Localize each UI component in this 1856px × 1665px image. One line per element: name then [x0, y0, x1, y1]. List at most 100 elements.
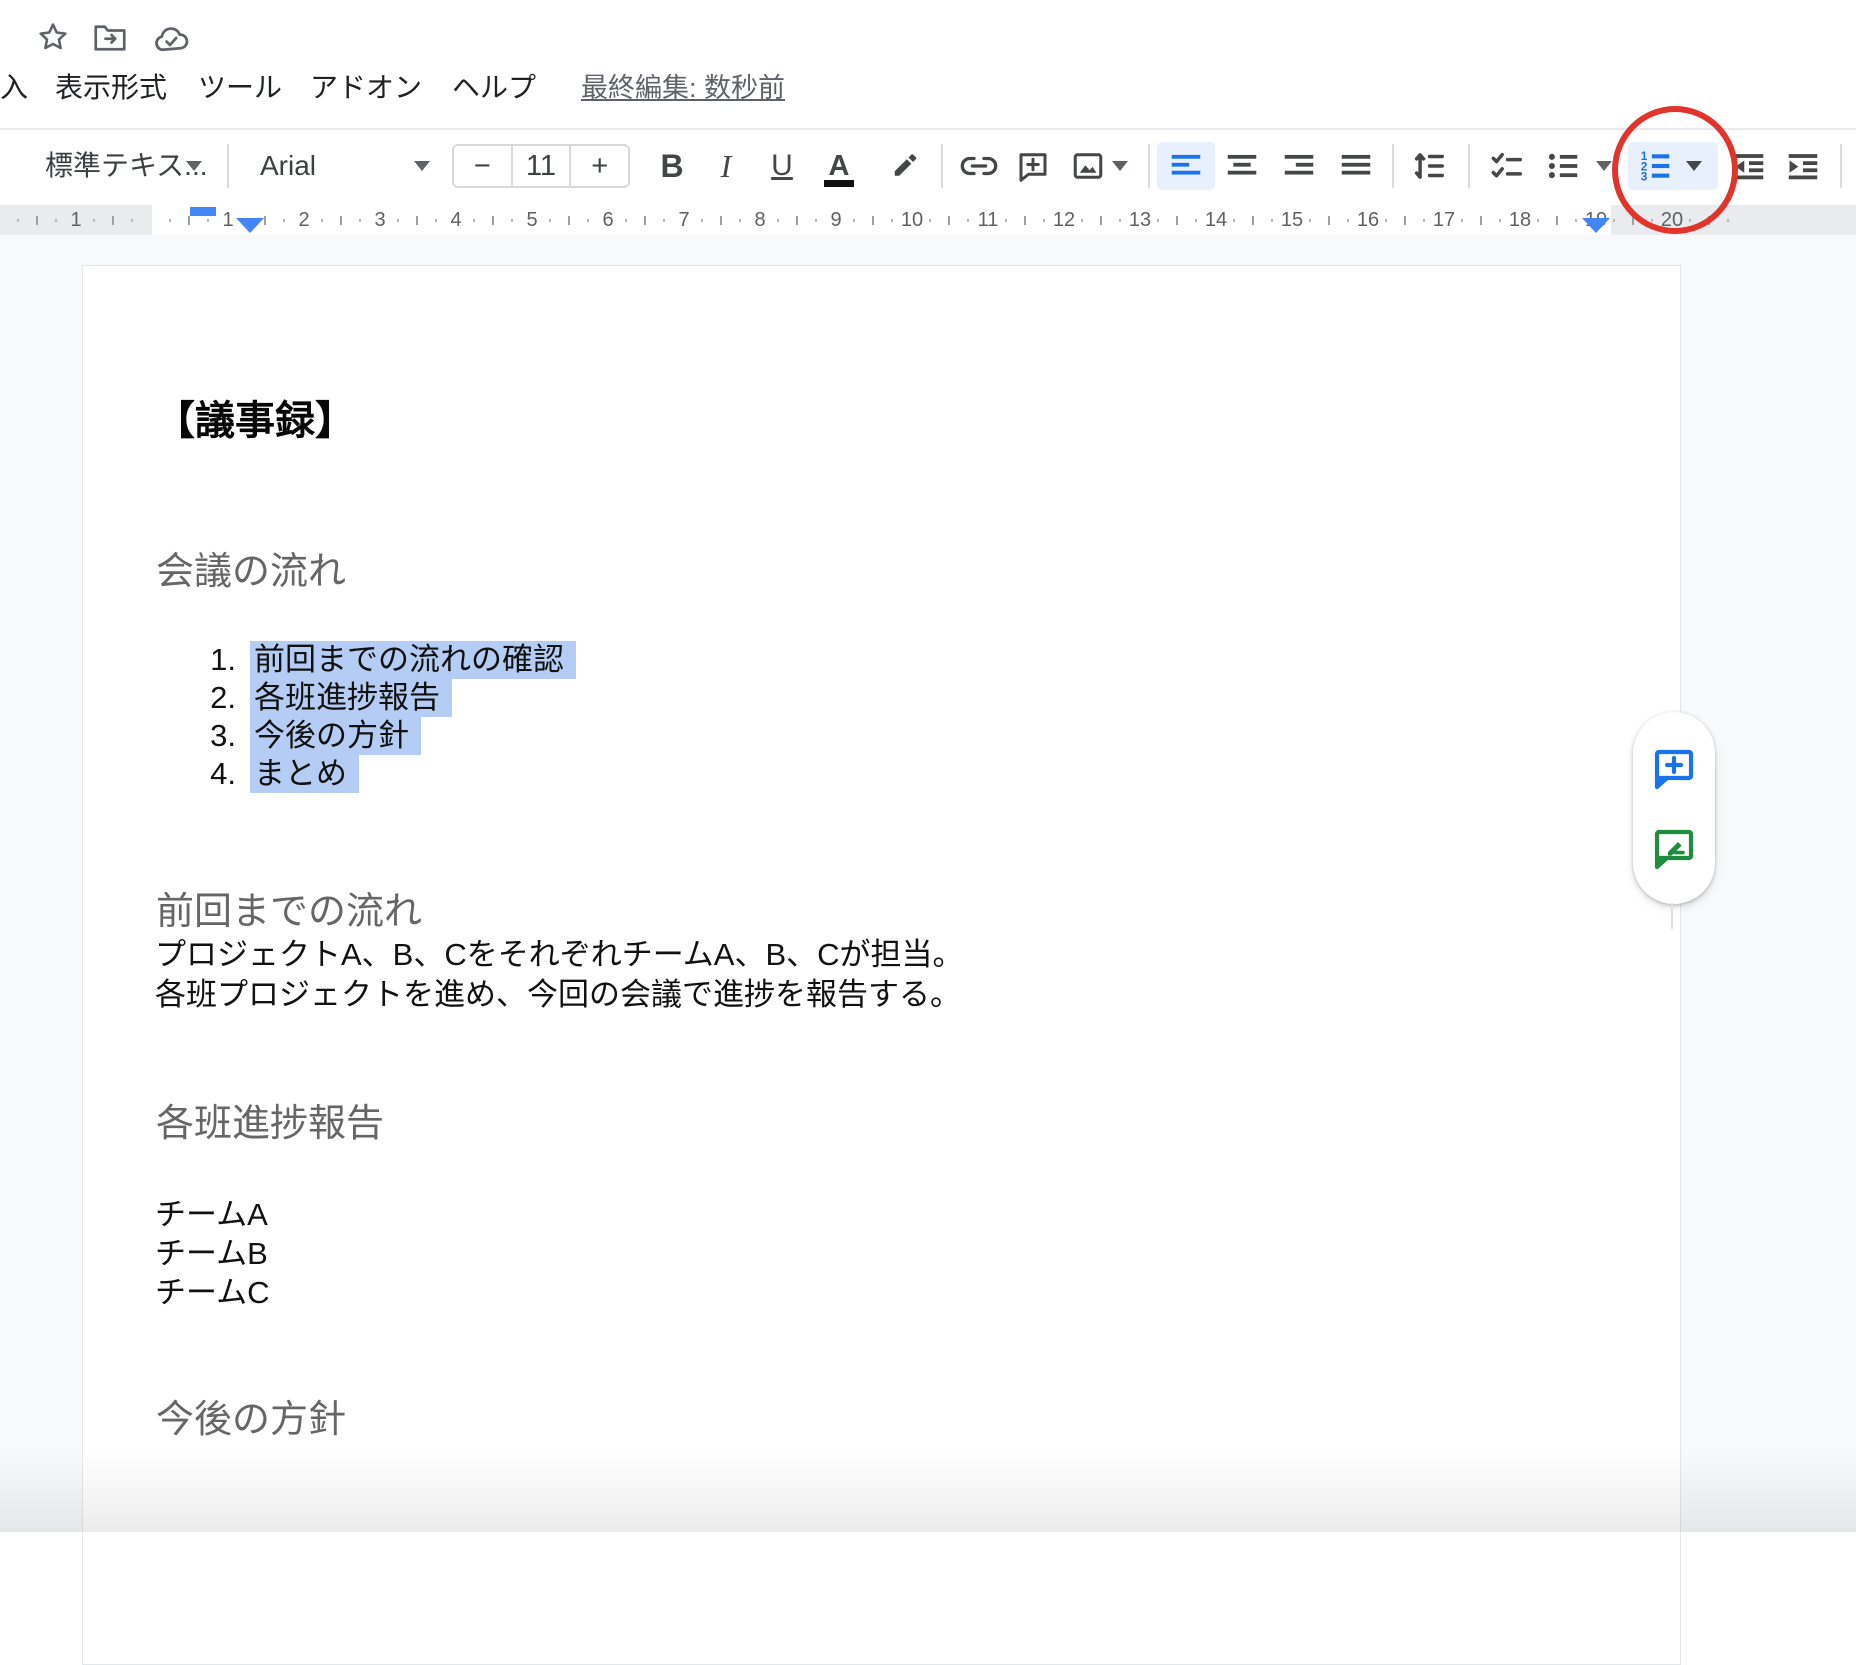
align-left-button[interactable] — [1162, 142, 1210, 190]
ruler-number: 9 — [821, 205, 851, 235]
pill-tail-line — [1671, 903, 1673, 929]
align-center-icon — [1223, 147, 1261, 185]
ruler-number: 1 — [61, 205, 91, 235]
menu-item-format[interactable]: 表示形式 — [55, 66, 167, 106]
font-selector[interactable]: Arial — [260, 130, 316, 202]
right-indent-marker[interactable] — [1582, 218, 1610, 233]
font-size-value[interactable]: 11 — [511, 146, 572, 186]
ruler-number: 3 — [365, 205, 395, 235]
heading-meeting-flow[interactable]: 会議の流れ — [156, 540, 346, 595]
indent-decrease-button[interactable] — [1726, 142, 1772, 190]
bulleted-list-icon — [1544, 147, 1582, 185]
toolbar-divider — [941, 144, 943, 188]
add-comment-button[interactable] — [1010, 142, 1056, 190]
bulleted-list-button[interactable] — [1540, 142, 1586, 190]
add-comment-icon — [1650, 745, 1698, 793]
menu-item-addons[interactable]: アドオン — [310, 66, 422, 106]
selected-text[interactable]: 各班進捗報告 — [250, 679, 452, 717]
chevron-down-icon[interactable] — [1112, 161, 1128, 171]
ruler-number: 7 — [669, 205, 699, 235]
checklist-button[interactable] — [1482, 142, 1530, 190]
side-action-pill — [1633, 712, 1715, 904]
current-text-color-swatch — [824, 180, 854, 187]
heading-progress-report[interactable]: 各班進捗報告 — [156, 1092, 384, 1147]
menu-item-help[interactable]: ヘルプ — [452, 66, 536, 106]
document-title-text[interactable]: 【議事録】 — [155, 388, 355, 446]
ruler-number: 18 — [1505, 205, 1535, 235]
ruler-number: 4 — [441, 205, 471, 235]
insert-image-icon — [1070, 148, 1106, 184]
add-comment-floating-button[interactable] — [1649, 744, 1699, 794]
first-line-indent-marker[interactable] — [190, 207, 216, 216]
list-number: 4. — [150, 755, 236, 793]
underline-button[interactable]: U — [762, 142, 802, 190]
list-item[interactable]: 2. 各班進捗報告 — [0, 679, 700, 717]
bold-button[interactable]: B — [652, 142, 692, 190]
numbered-list-button[interactable]: 1 2 3 — [1632, 142, 1678, 190]
justify-button[interactable] — [1332, 142, 1380, 190]
ruler-number: 20 — [1657, 205, 1687, 235]
star-icon[interactable] — [36, 20, 70, 54]
indent-decrease-icon — [1730, 147, 1768, 185]
justify-icon — [1337, 147, 1375, 185]
checklist-icon — [1487, 147, 1525, 185]
link-icon — [959, 146, 999, 186]
ruler-number: 15 — [1277, 205, 1307, 235]
paragraph-style-selector[interactable]: 標準テキス... — [45, 130, 208, 202]
text-color-button[interactable]: A — [818, 142, 860, 190]
menu-item-tools[interactable]: ツール — [198, 66, 282, 106]
chevron-down-icon[interactable] — [414, 161, 430, 171]
list-number: 2. — [150, 679, 236, 717]
ruler-number: 14 — [1201, 205, 1231, 235]
chevron-down-icon[interactable] — [186, 161, 202, 171]
ruler-number: 5 — [517, 205, 547, 235]
list-item[interactable]: 1. 前回までの流れの確認 — [0, 641, 700, 679]
selected-text[interactable]: 今後の方針 — [250, 717, 421, 755]
suggest-edits-floating-button[interactable] — [1649, 824, 1699, 874]
cloud-saved-icon — [152, 24, 192, 54]
horizontal-ruler[interactable]: 1 1 2 3 4 5 6 7 8 9 10 11 12 13 14 15 16… — [0, 205, 1856, 235]
ruler-number: 10 — [897, 205, 927, 235]
bold-icon: B — [660, 142, 683, 190]
suggest-edit-icon — [1650, 825, 1698, 873]
decrease-font-size-button[interactable]: − — [454, 146, 511, 186]
highlighter-icon — [885, 148, 921, 184]
team-list[interactable]: チームA チームB チームC — [155, 1195, 269, 1312]
body-line: チームB — [155, 1234, 269, 1273]
ruler-quarter-ticks — [0, 219, 1760, 222]
selected-text[interactable]: まとめ — [250, 755, 359, 793]
body-line: 各班プロジェクトを進め、今回の会議で進捗を報告する。 — [155, 975, 964, 1015]
italic-button[interactable]: I — [706, 142, 746, 190]
line-spacing-button[interactable] — [1404, 142, 1452, 190]
body-line: チームA — [155, 1195, 269, 1234]
menu-item-insert-partial[interactable]: 入 — [0, 66, 28, 106]
list-item[interactable]: 3. 今後の方針 — [0, 717, 700, 755]
heading-previous-flow[interactable]: 前回までの流れ — [156, 880, 422, 935]
selected-text[interactable]: 前回までの流れの確認 — [250, 641, 576, 679]
list-number: 3. — [150, 717, 236, 755]
list-item[interactable]: 4. まとめ — [0, 755, 700, 793]
underline-icon: U — [771, 142, 793, 190]
last-edit-link[interactable]: 最終編集: 数秒前 — [581, 66, 785, 105]
svg-text:3: 3 — [1641, 170, 1648, 184]
toolbar-divider — [1148, 144, 1150, 188]
ruler-number: 2 — [289, 205, 319, 235]
body-line: チームC — [155, 1273, 269, 1312]
increase-font-size-button[interactable]: + — [571, 146, 628, 186]
toolbar-divider — [1468, 144, 1470, 188]
move-folder-icon[interactable] — [92, 23, 128, 53]
line-spacing-icon — [1409, 147, 1447, 185]
highlight-color-button[interactable] — [880, 142, 926, 190]
body-paragraph[interactable]: プロジェクトA、B、CをそれぞれチームA、B、Cが担当。 各班プロジェクトを進め… — [155, 935, 964, 1015]
toolbar-divider — [1840, 144, 1842, 188]
align-right-button[interactable] — [1275, 142, 1323, 190]
left-indent-marker[interactable] — [236, 218, 264, 233]
chevron-down-icon[interactable] — [1596, 161, 1612, 171]
indent-increase-button[interactable] — [1780, 142, 1826, 190]
chevron-down-icon[interactable] — [1686, 161, 1702, 171]
align-center-button[interactable] — [1218, 142, 1266, 190]
ruler-number: 8 — [745, 205, 775, 235]
insert-image-button[interactable] — [1066, 142, 1110, 190]
insert-link-button[interactable] — [954, 142, 1004, 190]
heading-future-policy[interactable]: 今後の方針 — [156, 1388, 346, 1443]
